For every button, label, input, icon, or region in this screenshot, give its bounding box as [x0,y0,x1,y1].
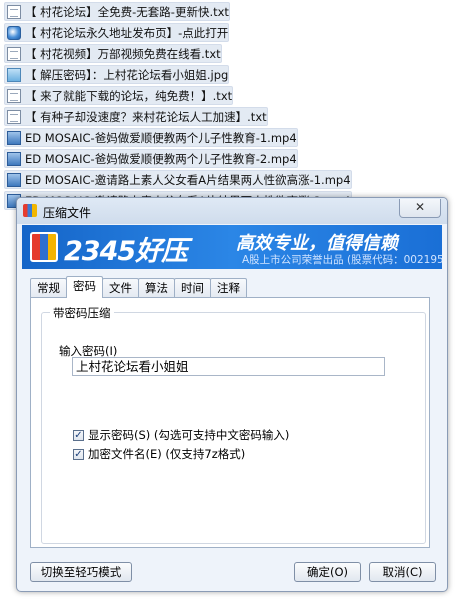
logo-text: 2345好压 [64,236,188,267]
tab-comment[interactable]: 注释 [210,278,247,298]
encrypt-names-checkbox[interactable]: ✓ [73,448,84,460]
file-item[interactable]: ED MOSAIC-爸妈做爱顺便教两个儿子性教育-2.mp4 [4,149,298,168]
show-password-row[interactable]: ✓ 显示密码(S) (勾选可支持中文密码输入) [73,427,289,443]
txt-file-icon [7,88,21,103]
file-name: 【 村花视频】万部视频免费在线看.txt [25,46,221,61]
file-item[interactable]: ED MOSAIC-邀请路上素人父女看A片结果两人性欲高涨-1.mp4 [4,170,352,189]
logo-icon [30,232,58,262]
title-bar[interactable]: 压缩文件 ✕ [17,198,447,224]
file-item[interactable]: 【 村花论坛】全免费-无套路-更新快.txt [4,2,230,21]
show-password-label: 显示密码(S) (勾选可支持中文密码输入) [88,428,290,442]
show-password-checkbox[interactable]: ✓ [73,429,84,441]
file-name: 【 村花论坛】全免费-无套路-更新快.txt [25,4,229,19]
mp4-file-icon [7,151,21,166]
url-file-icon [7,25,21,40]
file-item[interactable]: 【 有种子却没速度？来村花论坛人工加速】.txt [4,107,268,126]
file-name: ED MOSAIC-爸妈做爱顺便教两个儿子性教育-1.mp4 [25,130,297,145]
file-name: 【 村花论坛永久地址发布页】-点此打开 [25,25,229,40]
encrypt-names-row[interactable]: ✓ 加密文件名(E) (仅支持7z格式) [73,446,245,462]
file-item[interactable]: ED MOSAIC-爸妈做爱顺便教两个儿子性教育-1.mp4 [4,128,298,147]
tab-files[interactable]: 文件 [102,278,139,298]
password-input[interactable]: 上村花论坛看小姐姐 [72,357,385,376]
file-name: ED MOSAIC-邀请路上素人父女看A片结果两人性欲高涨-1.mp4 [25,172,351,187]
file-name: ED MOSAIC-爸妈做爱顺便教两个儿子性教育-2.mp4 [25,151,297,166]
ok-button[interactable]: 确定(O) [294,562,361,582]
switch-mode-button[interactable]: 切换至轻巧模式 [30,562,132,582]
close-button[interactable]: ✕ [399,199,441,218]
compress-dialog: 压缩文件 ✕ 2345好压 高效专业，值得信赖 A股上市公司荣誉出品 (股票代码… [16,197,448,592]
encrypt-names-label: 加密文件名(E) (仅支持7z格式) [88,447,246,461]
password-panel: 带密码压缩 [30,297,430,548]
file-name: 【 有种子却没速度？来村花论坛人工加速】.txt [25,109,267,124]
tab-general[interactable]: 常规 [30,278,67,298]
file-item[interactable]: 【 村花视频】万部视频免费在线看.txt [4,44,222,63]
txt-file-icon [7,46,21,61]
file-item[interactable]: 【 来了就能下载的论坛，纯免费！】.txt [4,86,234,105]
jpg-file-icon [7,67,21,82]
file-item[interactable]: 【 解压密码】：上村花论坛看小姐姐.jpg [4,65,230,84]
tab-password[interactable]: 密码 [66,276,103,298]
txt-file-icon [7,4,21,19]
tab-algorithm[interactable]: 算法 [138,278,175,298]
tab-bar: 常规 密码 文件 算法 时间 注释 [30,276,247,298]
txt-file-icon [7,109,21,124]
dialog-title: 压缩文件 [43,206,92,220]
file-name: 【 解压密码】：上村花论坛看小姐姐.jpg [25,67,229,82]
mp4-file-icon [7,130,21,145]
mp4-file-icon [7,172,21,187]
cancel-button[interactable]: 取消(C) [369,562,436,582]
group-label: 带密码压缩 [50,305,114,321]
file-name: 【 来了就能下载的论坛，纯免费！】.txt [25,88,233,103]
desktop-file-list: 【 村花论坛】全免费-无套路-更新快.txt 【 村花论坛永久地址发布页】-点此… [4,2,352,212]
brand-banner: 2345好压 高效专业，值得信赖 A股上市公司荣誉出品 (股票代码：002195… [22,225,442,269]
file-item[interactable]: 【 村花论坛永久地址发布页】-点此打开 [4,23,230,42]
banner-subtitle: A股上市公司荣誉出品 (股票代码：002195) [242,254,442,266]
app-icon [23,204,37,217]
tab-time[interactable]: 时间 [174,278,211,298]
